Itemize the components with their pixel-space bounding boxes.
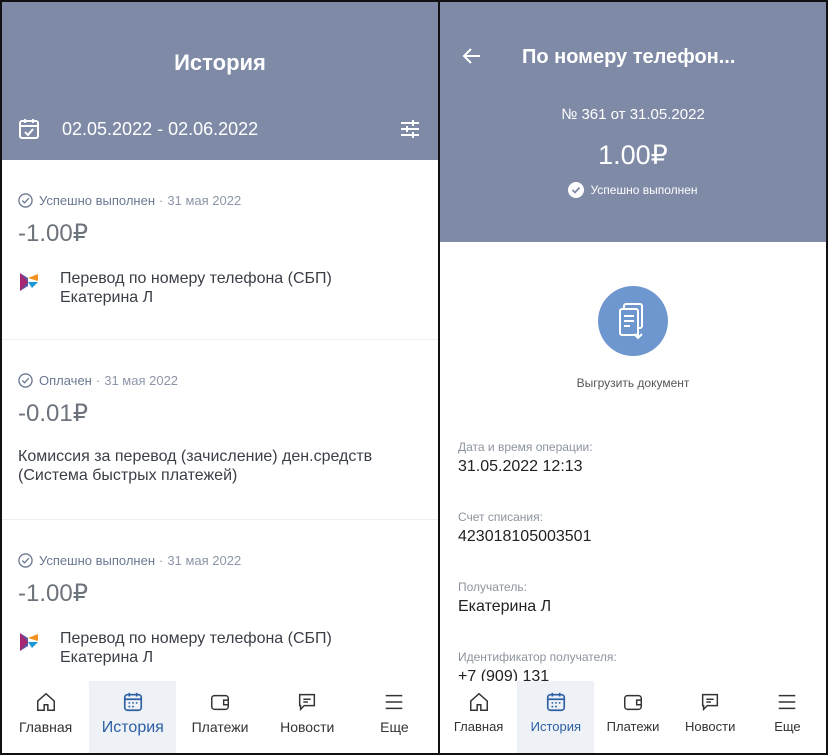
field-value: 31.05.2022 12:13	[458, 458, 583, 475]
transaction-line2: (Система быстрых платежей)	[18, 467, 238, 484]
transaction-description: Перевод по номеру телефона (СБП) Екатери…	[18, 269, 418, 307]
date-range-row[interactable]: 02.05.2022 - 02.06.2022	[18, 114, 422, 144]
transaction-separator: ·	[159, 552, 164, 568]
transaction-amount: 1.00₽	[598, 140, 668, 170]
field-label: Дата и время операции:	[458, 440, 593, 454]
calendar-icon	[123, 692, 142, 712]
field-operation-datetime: Дата и время операции: 31.05.2022 12:13	[458, 440, 818, 510]
date-range-text[interactable]: 02.05.2022 - 02.06.2022	[62, 119, 398, 140]
check-circle-filled-icon	[568, 182, 585, 198]
transaction-item[interactable]: Успешно выполнен · 31 мая 2022 -1.00₽ Пе…	[2, 520, 438, 680]
chat-icon	[299, 693, 316, 712]
field-label: Получатель:	[458, 580, 527, 594]
wallet-icon	[624, 694, 642, 711]
document-download-icon	[619, 303, 643, 340]
transaction-date: 31 мая 2022	[167, 552, 242, 568]
check-circle-icon	[18, 192, 33, 208]
detail-fields: Дата и время операции: 31.05.2022 12:13 …	[458, 440, 818, 720]
nav-label: Главная	[18, 719, 73, 735]
history-screen: История 02.05.2022 - 02.06.2022 Успешно …	[0, 0, 440, 755]
wallet-icon	[211, 694, 229, 711]
check-circle-icon	[18, 372, 33, 388]
bottom-nav: Главная История Платежи Новости Еще	[2, 681, 438, 753]
status-text: Успешно выполнен	[590, 183, 698, 197]
back-arrow-icon[interactable]	[462, 46, 482, 66]
transaction-status: Успешно выполнен	[39, 552, 156, 568]
status-badge: Успешно выполнен	[440, 182, 826, 198]
nav-item-home[interactable]: Главная	[440, 681, 517, 753]
page-title: По номеру телефон...	[522, 46, 736, 68]
transaction-date: 31 мая 2022	[167, 192, 242, 208]
transaction-amount: -1.00₽	[18, 580, 88, 607]
transaction-status-row: Успешно выполнен · 31 мая 2022	[18, 190, 418, 210]
download-document[interactable]: Выгрузить документ	[440, 286, 826, 390]
nav-label: История	[101, 719, 164, 736]
nav-item-history[interactable]: История	[89, 681, 177, 753]
nav-item-history[interactable]: История	[517, 681, 595, 753]
transaction-separator: ·	[159, 192, 164, 208]
calendar-icon	[546, 692, 565, 712]
nav-item-news[interactable]: Новости	[264, 681, 351, 753]
transaction-separator: ·	[95, 372, 101, 388]
transaction-item[interactable]: Оплачен · 31 мая 2022 -0.01₽ Комиссия за…	[2, 340, 438, 520]
nav-item-payments[interactable]: Платежи	[594, 681, 671, 753]
field-recipient: Получатель: Екатерина Л	[458, 580, 818, 650]
detail-header: По номеру телефон... № 361 от 31.05.2022…	[440, 2, 826, 242]
filter-icon[interactable]	[398, 117, 422, 141]
chat-icon	[702, 693, 719, 712]
nav-label: Новости	[685, 719, 736, 734]
transaction-item[interactable]: Успешно выполнен · 31 мая 2022 -1.00₽ Пе…	[2, 160, 438, 340]
nav-label: Еще	[774, 719, 801, 734]
transaction-line1: Перевод по номеру телефона (СБП)	[60, 630, 332, 647]
transaction-description: Перевод по номеру телефона (СБП) Екатери…	[18, 629, 418, 667]
nav-label: Платежи	[191, 719, 249, 735]
document-number: № 361 от 31.05.2022	[561, 106, 705, 123]
menu-icon	[386, 694, 403, 710]
history-header: История 02.05.2022 - 02.06.2022	[2, 2, 438, 160]
check-circle-icon	[18, 552, 33, 568]
nav-item-news[interactable]: Новости	[672, 681, 749, 753]
home-icon	[36, 692, 55, 711]
transactions-list: Успешно выполнен · 31 мая 2022 -1.00₽ Пе…	[2, 160, 438, 680]
nav-label: Еще	[380, 719, 409, 735]
nav-label: Главная	[453, 719, 504, 734]
field-value: 423018105003501	[458, 528, 592, 545]
transaction-status-row: Оплачен · 31 мая 2022	[18, 370, 418, 390]
home-icon	[469, 692, 488, 711]
nav-item-payments[interactable]: Платежи	[176, 681, 263, 753]
calendar-check-icon[interactable]	[18, 118, 40, 140]
transaction-line2: Екатерина Л	[60, 289, 154, 306]
transaction-line2: Екатерина Л	[60, 649, 154, 666]
field-label: Идентификатор получателя:	[458, 650, 617, 664]
transaction-date: 31 мая 2022	[104, 372, 179, 388]
field-value: Екатерина Л	[458, 598, 552, 615]
transaction-detail-screen: По номеру телефон... № 361 от 31.05.2022…	[440, 0, 828, 755]
nav-item-more[interactable]: Еще	[749, 681, 826, 753]
transaction-line1: Комиссия за перевод (зачисление) ден.сре…	[18, 448, 373, 465]
sbp-logo-icon	[20, 633, 38, 651]
nav-item-home[interactable]: Главная	[2, 681, 89, 753]
transaction-status: Успешно выполнен	[39, 192, 156, 208]
transaction-status-row: Успешно выполнен · 31 мая 2022	[18, 550, 418, 570]
bottom-nav: Главная История Платежи Новости Еще	[440, 681, 826, 753]
download-document-button[interactable]	[598, 286, 668, 356]
nav-label: История	[530, 719, 582, 734]
field-debit-account: Счет списания: 423018105003501	[458, 510, 818, 580]
field-label: Счет списания:	[458, 510, 543, 524]
download-document-label[interactable]: Выгрузить документ	[577, 376, 690, 390]
transaction-status: Оплачен	[39, 372, 92, 388]
transaction-line1: Перевод по номеру телефона (СБП)	[60, 270, 332, 287]
nav-label: Платежи	[606, 719, 660, 734]
transaction-amount: -1.00₽	[18, 220, 88, 247]
nav-item-more[interactable]: Еще	[351, 681, 438, 753]
sbp-logo-icon	[20, 273, 38, 291]
page-title: История	[174, 50, 266, 75]
transaction-description: Комиссия за перевод (зачисление) ден.сре…	[18, 447, 418, 485]
menu-icon	[779, 694, 796, 710]
nav-label: Новости	[280, 719, 335, 735]
transaction-amount: -0.01₽	[18, 400, 88, 427]
